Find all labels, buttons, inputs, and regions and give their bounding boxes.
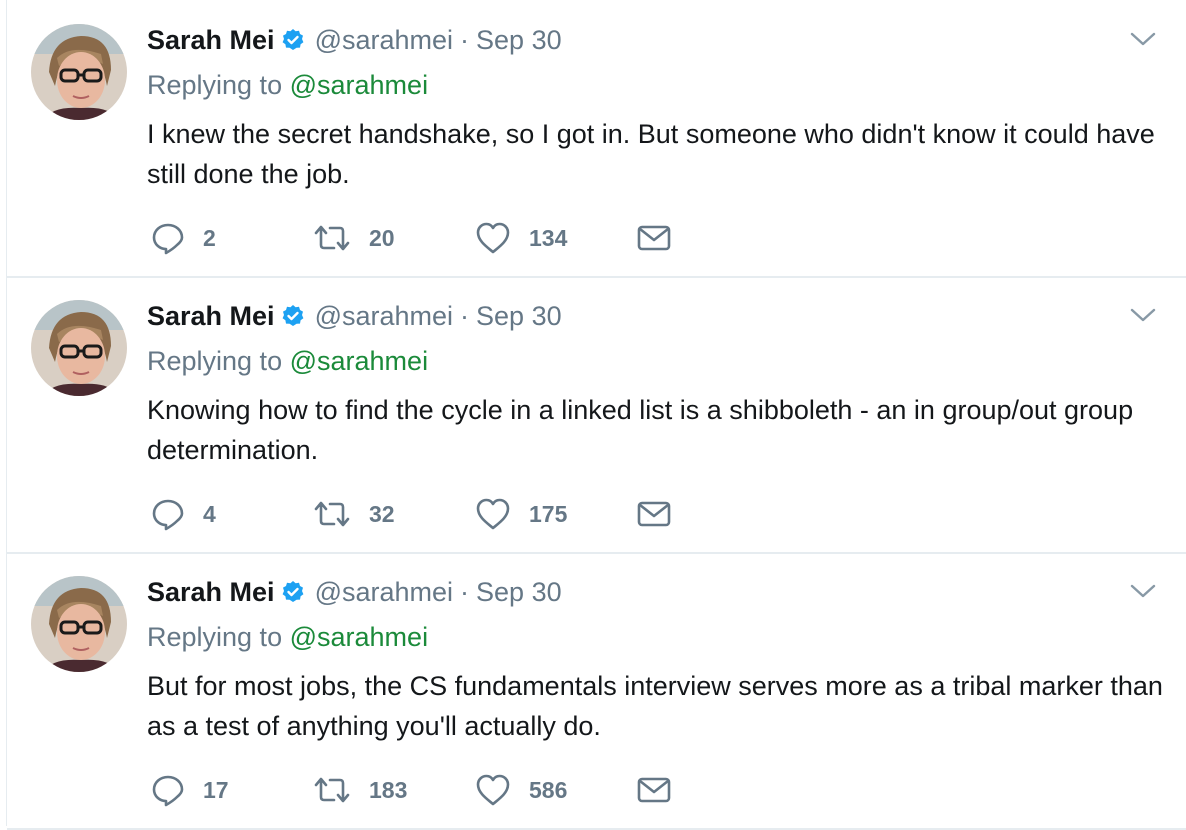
author-name[interactable]: Sarah Mei — [147, 25, 275, 56]
chevron-down-icon[interactable] — [1129, 28, 1157, 50]
tweet-actions: 4 32 175 — [151, 494, 711, 534]
heart-icon — [476, 774, 510, 806]
reply-count: 2 — [203, 224, 216, 251]
envelope-icon — [637, 777, 671, 803]
replying-to-label: Replying to — [147, 622, 283, 652]
like-button[interactable]: 134 — [475, 218, 567, 258]
tweet-header: Sarah Mei @sarahmei · Sep 30 — [147, 574, 562, 610]
retweet-count: 183 — [369, 776, 408, 803]
reply-button[interactable]: 17 — [151, 770, 229, 810]
timeline: Sarah Mei @sarahmei · Sep 30 Replying to… — [6, 0, 1186, 830]
author-handle[interactable]: @sarahmei — [315, 577, 453, 608]
avatar[interactable] — [31, 576, 127, 672]
retweet-button[interactable]: 183 — [313, 770, 407, 810]
tweet-timestamp[interactable]: Sep 30 — [476, 301, 562, 332]
like-count: 134 — [529, 224, 568, 251]
retweet-button[interactable]: 32 — [313, 494, 395, 534]
header-separator: · — [460, 300, 470, 331]
retweet-button[interactable]: 20 — [313, 218, 395, 258]
tweet-timestamp[interactable]: Sep 30 — [476, 577, 562, 608]
author-handle[interactable]: @sarahmei — [315, 301, 453, 332]
like-button[interactable]: 586 — [475, 770, 567, 810]
replying-to: Replying to @sarahmei — [147, 622, 428, 653]
tweet[interactable]: Sarah Mei @sarahmei · Sep 30 Replying to… — [7, 552, 1186, 830]
author-name[interactable]: Sarah Mei — [147, 577, 275, 608]
author-name[interactable]: Sarah Mei — [147, 301, 275, 332]
heart-icon — [476, 222, 510, 254]
reply-icon — [152, 223, 184, 255]
envelope-icon — [637, 501, 671, 527]
reply-mention-link[interactable]: @sarahmei — [290, 622, 428, 652]
retweet-icon — [314, 501, 350, 527]
tweet-text: But for most jobs, the CS fundamentals i… — [147, 671, 1163, 741]
direct-message-button[interactable] — [637, 770, 671, 810]
replying-to-label: Replying to — [147, 346, 283, 376]
retweet-count: 32 — [369, 500, 395, 527]
replying-to: Replying to @sarahmei — [147, 70, 428, 101]
direct-message-button[interactable] — [637, 218, 671, 258]
verified-badge-icon — [281, 580, 305, 604]
header-separator: · — [460, 576, 470, 607]
retweet-icon — [314, 777, 350, 803]
envelope-icon — [637, 225, 671, 251]
avatar[interactable] — [31, 300, 127, 396]
tweet-header: Sarah Mei @sarahmei · Sep 30 — [147, 22, 562, 58]
retweet-count: 20 — [369, 224, 395, 251]
avatar[interactable] — [31, 24, 127, 120]
tweet-timestamp[interactable]: Sep 30 — [476, 25, 562, 56]
verified-badge-icon — [281, 28, 305, 52]
tweet-actions: 2 20 134 — [151, 218, 711, 258]
reply-button[interactable]: 2 — [151, 218, 216, 258]
reply-mention-link[interactable]: @sarahmei — [290, 346, 428, 376]
chevron-down-icon[interactable] — [1129, 580, 1157, 602]
author-handle[interactable]: @sarahmei — [315, 25, 453, 56]
like-count: 175 — [529, 500, 568, 527]
tweet-actions: 17 183 586 — [151, 770, 711, 810]
like-count: 586 — [529, 776, 568, 803]
tweet-text: Knowing how to find the cycle in a linke… — [147, 395, 1134, 465]
reply-count: 4 — [203, 500, 216, 527]
like-button[interactable]: 175 — [475, 494, 567, 534]
reply-button[interactable]: 4 — [151, 494, 216, 534]
reply-mention-link[interactable]: @sarahmei — [290, 70, 428, 100]
verified-badge-icon — [281, 304, 305, 328]
replying-to-label: Replying to — [147, 70, 283, 100]
tweet[interactable]: Sarah Mei @sarahmei · Sep 30 Replying to… — [7, 276, 1186, 554]
chevron-down-icon[interactable] — [1129, 304, 1157, 326]
retweet-icon — [314, 225, 350, 251]
reply-count: 17 — [203, 776, 229, 803]
tweet[interactable]: Sarah Mei @sarahmei · Sep 30 Replying to… — [7, 0, 1186, 278]
direct-message-button[interactable] — [637, 494, 671, 534]
reply-icon — [152, 775, 184, 807]
heart-icon — [476, 498, 510, 530]
replying-to: Replying to @sarahmei — [147, 346, 428, 377]
reply-icon — [152, 499, 184, 531]
tweet-text: I knew the secret handshake, so I got in… — [147, 119, 1155, 189]
tweet-header: Sarah Mei @sarahmei · Sep 30 — [147, 298, 562, 334]
header-separator: · — [460, 24, 470, 55]
